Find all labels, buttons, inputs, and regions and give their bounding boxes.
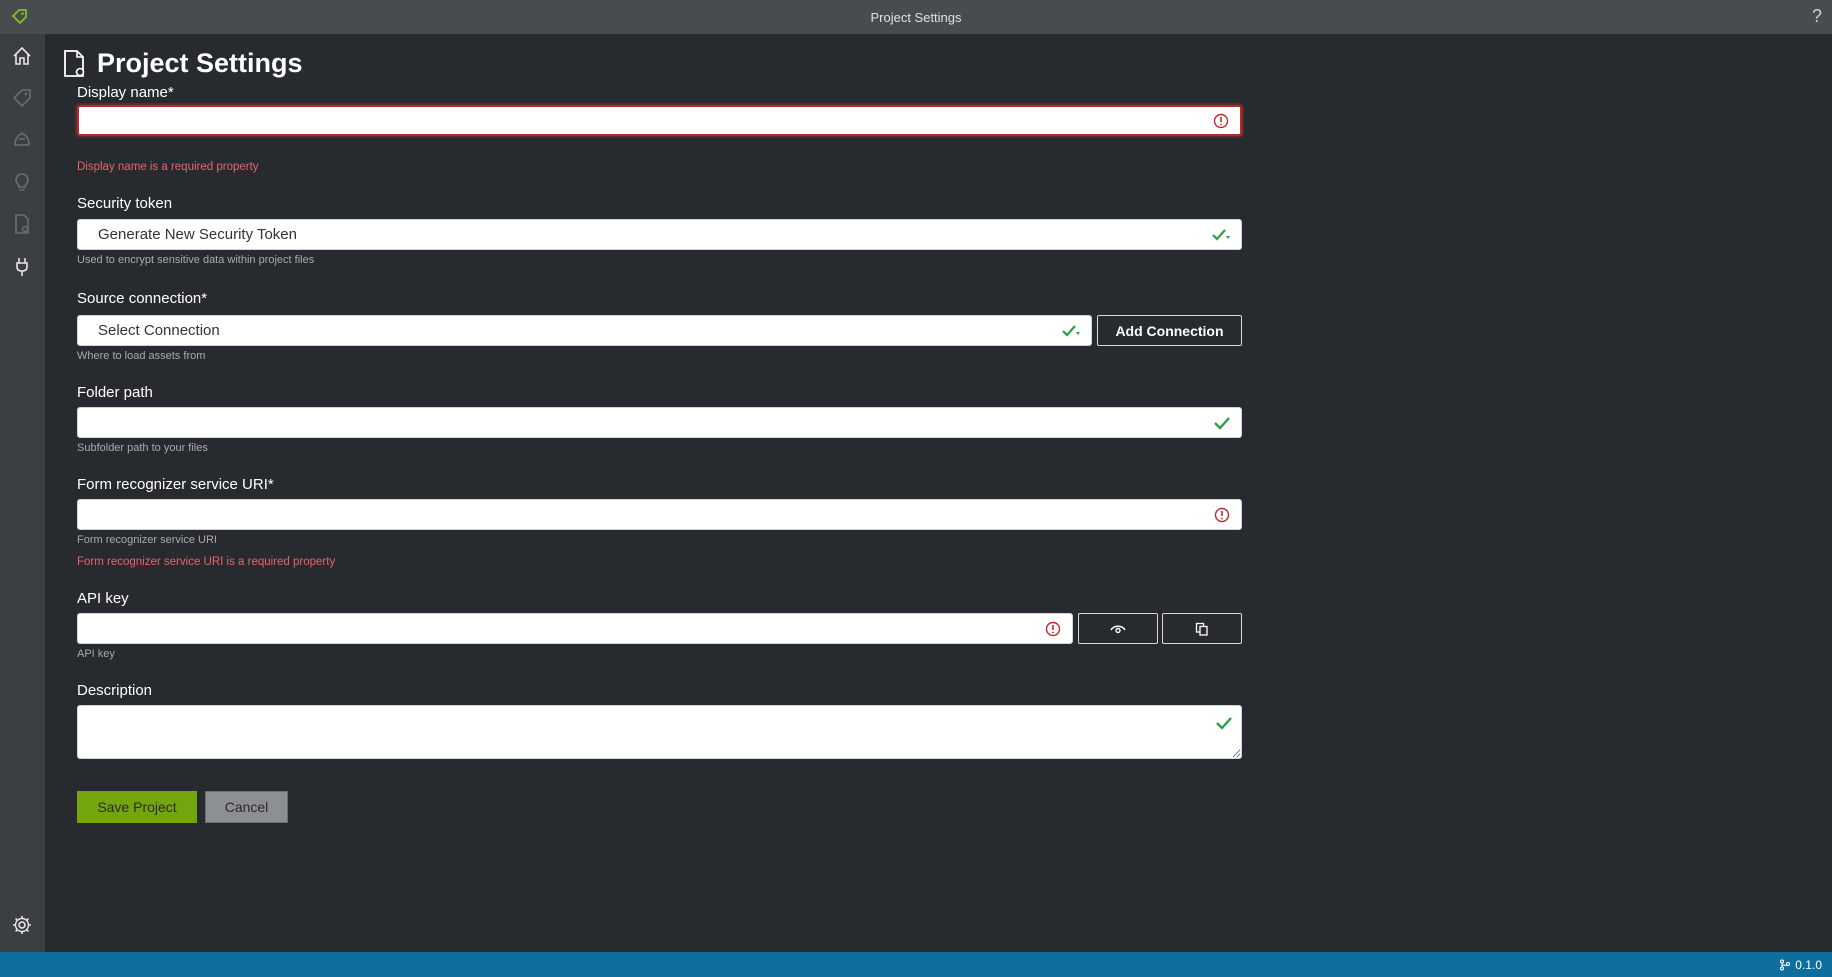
service-uri-error: Form recognizer service URI is a require… <box>77 556 336 568</box>
description-label: Description <box>77 682 153 699</box>
folder-path-label: Folder path <box>77 384 153 401</box>
security-token-label: Security token <box>77 195 173 212</box>
check-icon <box>1214 416 1230 430</box>
api-key-label: API key <box>77 590 129 607</box>
check-dropdown-icon <box>1062 324 1080 337</box>
gear-icon <box>13 916 31 934</box>
sidebar-item-train[interactable] <box>8 126 36 154</box>
error-icon <box>1045 621 1061 636</box>
save-project-button[interactable]: Save Project <box>77 791 197 823</box>
display-name-label: Display name* <box>77 84 174 101</box>
copy-key-button[interactable] <box>1162 613 1242 644</box>
add-connection-button[interactable]: Add Connection <box>1097 315 1242 346</box>
cancel-button[interactable]: Cancel <box>205 791 288 823</box>
check-dropdown-icon <box>1212 228 1230 241</box>
version-label: 0.1.0 <box>1795 957 1822 972</box>
sidebar-item-tag-editor[interactable] <box>8 84 36 112</box>
api-key-help: API key <box>77 648 115 660</box>
check-icon <box>1216 717 1232 730</box>
show-key-button[interactable] <box>1078 613 1158 644</box>
sidebar-item-home[interactable] <box>8 42 36 70</box>
document-settings-icon <box>64 49 85 77</box>
branch-icon <box>1780 958 1791 971</box>
description-textarea[interactable] <box>77 705 1242 759</box>
sidebar-item-connections[interactable] <box>8 252 36 280</box>
title-bar: Project Settings ? <box>0 0 1832 34</box>
tag-icon <box>12 89 31 108</box>
plug-icon <box>16 258 28 276</box>
sidebar-item-project-settings[interactable] <box>8 210 36 238</box>
app-logo-icon <box>11 9 27 25</box>
lightbulb-icon <box>15 173 29 191</box>
sidebar-item-analyze[interactable] <box>8 168 36 196</box>
security-token-value: Generate New Security Token <box>98 226 297 243</box>
service-uri-help: Form recognizer service URI <box>77 534 217 546</box>
display-name-error: Display name is a required property <box>77 161 259 173</box>
sidebar <box>0 34 45 952</box>
help-button[interactable]: ? <box>1812 6 1822 27</box>
source-connection-help: Where to load assets from <box>77 350 206 362</box>
home-icon <box>13 46 31 65</box>
service-uri-input[interactable] <box>77 499 1242 530</box>
api-key-input[interactable] <box>77 613 1073 644</box>
page-title: Project Settings <box>97 48 303 78</box>
source-connection-label: Source connection* <box>77 290 208 307</box>
page-header: Project Settings <box>61 48 303 79</box>
main-content: Project Settings Display name* Display n… <box>45 34 1832 952</box>
sidebar-item-app-settings[interactable] <box>8 911 36 939</box>
copy-icon <box>1195 622 1208 636</box>
display-name-input[interactable] <box>77 105 1242 136</box>
train-icon <box>14 132 30 146</box>
eye-icon <box>1110 625 1126 633</box>
window-title: Project Settings <box>870 9 962 25</box>
document-settings-icon <box>15 214 29 234</box>
error-icon <box>1213 113 1229 128</box>
source-connection-select[interactable]: Select Connection <box>77 315 1092 346</box>
folder-path-input[interactable] <box>77 407 1242 438</box>
service-uri-label: Form recognizer service URI* <box>77 476 274 493</box>
status-bar: 0.1.0 <box>0 952 1832 977</box>
folder-path-help: Subfolder path to your files <box>77 442 208 454</box>
security-token-help: Used to encrypt sensitive data within pr… <box>77 254 315 266</box>
error-icon <box>1214 507 1230 522</box>
security-token-select[interactable]: Generate New Security Token <box>77 219 1242 250</box>
source-connection-value: Select Connection <box>98 322 220 339</box>
